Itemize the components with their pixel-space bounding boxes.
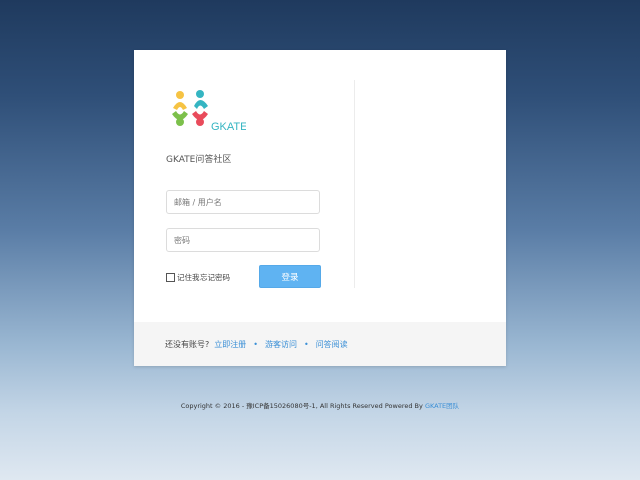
team-link[interactable]: GKATE团队 bbox=[425, 402, 459, 410]
separator-dot: • bbox=[253, 340, 258, 349]
vertical-divider bbox=[354, 80, 355, 288]
community-title: GKATE问答社区 bbox=[166, 155, 232, 165]
remember-label: 记住我 bbox=[177, 273, 200, 282]
footer-bar: 还没有账号? 立即注册 • 游客访问 • 问答阅读 bbox=[134, 322, 506, 366]
password-input[interactable] bbox=[166, 228, 320, 252]
login-card: GKATE GKATE问答社区 记住我 忘记密码 登录 还没有账号? 立即注册 … bbox=[134, 50, 506, 366]
guide-link[interactable]: 问答阅读 bbox=[316, 339, 348, 350]
guest-access-link[interactable]: 游客访问 bbox=[265, 339, 297, 350]
remember-me[interactable]: 记住我 bbox=[166, 272, 200, 283]
gkate-logo-icon: GKATE bbox=[172, 90, 246, 133]
no-account-text: 还没有账号? bbox=[165, 340, 210, 349]
logo-text: GKATE bbox=[211, 121, 246, 133]
copyright: Copyright © 2016 - 豫ICP备15026080号-1, All… bbox=[0, 400, 640, 410]
forgot-password-link[interactable]: 忘记密码 bbox=[200, 272, 230, 283]
copyright-text: Copyright © 2016 - 豫ICP备15026080号-1, All… bbox=[180, 402, 423, 410]
email-input[interactable] bbox=[166, 190, 320, 214]
login-button[interactable]: 登录 bbox=[259, 265, 321, 288]
register-link[interactable]: 立即注册 bbox=[214, 339, 246, 350]
footer-links: 还没有账号? 立即注册 • 游客访问 • 问答阅读 bbox=[165, 339, 348, 350]
separator-dot: • bbox=[303, 340, 309, 349]
remember-checkbox[interactable] bbox=[166, 273, 175, 282]
